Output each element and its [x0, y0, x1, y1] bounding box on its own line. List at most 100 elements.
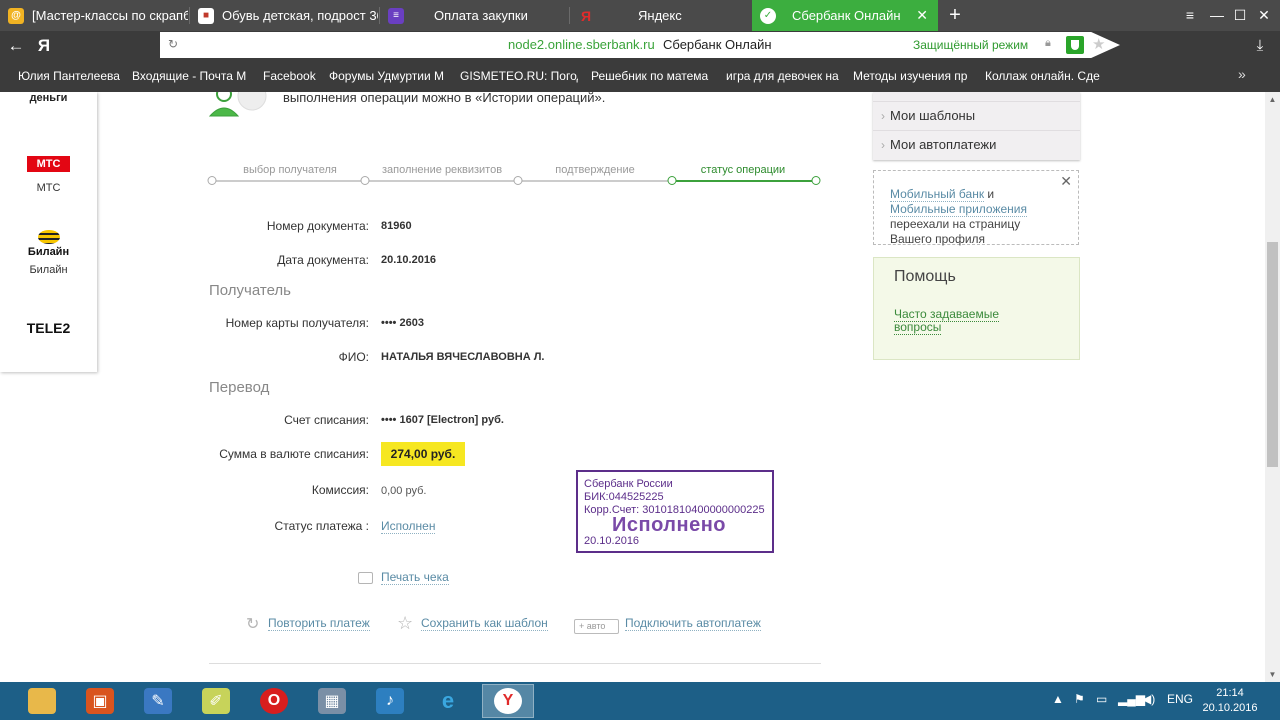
auto-badge-label: авто	[586, 621, 606, 631]
tray-flag-icon[interactable]: ⚑	[1074, 692, 1085, 706]
stamp-bik: БИК:044525225	[584, 491, 664, 503]
doc-date-value: 20.10.2016	[381, 254, 437, 266]
help-box: Помощь Часто задаваемые вопросы	[873, 257, 1080, 360]
bookmark-item[interactable]: Facebook	[263, 69, 319, 83]
menu-icon[interactable]: ≡	[1176, 0, 1204, 31]
stamp-date: 20.10.2016	[584, 535, 640, 547]
fio-value: НАТАЛЬЯ ВЯЧЕСЛАВОВНА Л.	[381, 351, 545, 363]
pencil-icon: ✐	[202, 688, 230, 714]
scroll-up-icon[interactable]: ▲	[1265, 92, 1280, 107]
new-tab-button[interactable]: +	[945, 3, 965, 27]
fio-label: ФИО:	[338, 350, 369, 364]
tab-yandex[interactable]: Я Яндекс	[570, 0, 750, 31]
taskbar-opera[interactable]: O	[248, 684, 300, 718]
bookmark-item[interactable]: Юлия Пантелеева	[18, 69, 123, 83]
url-page-title: Сбербанк Онлайн	[663, 37, 772, 52]
taskbar-app4[interactable]: ✐	[190, 684, 242, 718]
url-bar[interactable]: ↻ node2.online.sberbank.ru Сбербанк Онла…	[160, 32, 1120, 58]
close-icon[interactable]: ✕	[1060, 174, 1072, 189]
provider-beeline[interactable]: Билайн Билайн	[0, 230, 97, 276]
taskbar-ie[interactable]: e	[422, 684, 474, 718]
tab-label: Сбербанк Онлайн	[792, 8, 901, 23]
bookmark-item[interactable]: Коллаж онлайн. Сде	[985, 69, 1103, 83]
yandex-logo[interactable]: Я	[30, 31, 58, 60]
repeat-icon[interactable]: ↻	[246, 614, 259, 634]
step-dot	[811, 176, 821, 185]
step-dot	[207, 176, 217, 185]
site-icon: @	[8, 7, 24, 24]
star-icon[interactable]: ☆	[397, 613, 413, 634]
profile-notice: ✕ Мобильный банк и Мобильные приложения …	[873, 170, 1079, 246]
tray-arrow-icon[interactable]: ▲	[1052, 692, 1064, 706]
bookmark-item[interactable]: Входящие - Почта М	[132, 69, 250, 83]
clock-time: 21:14	[1216, 687, 1244, 699]
bookmark-item[interactable]: Форумы Удмуртии М	[329, 69, 448, 83]
notice-text: и	[984, 187, 995, 201]
fee-value: 0,00 руб.	[381, 485, 427, 497]
repeat-payment-link[interactable]: Повторить платеж	[268, 617, 370, 631]
bookmark-item[interactable]: Методы изучения пр	[853, 69, 971, 83]
scroll-thumb[interactable]	[1267, 242, 1278, 467]
provider-tele2[interactable]: TELE2	[0, 320, 97, 336]
site-icon: ■	[198, 7, 214, 24]
clock-date: 20.10.2016	[1202, 702, 1258, 714]
ie-icon: e	[441, 688, 455, 713]
tray-monitor-icon[interactable]: ▭	[1096, 692, 1107, 706]
print-receipt-link[interactable]: Печать чека	[381, 571, 449, 585]
bookmark-item[interactable]: Решебник по матема	[591, 69, 709, 83]
faq-link-label: Часто задаваемые вопросы	[894, 307, 1000, 335]
stamp-bank: Сбербанк России	[584, 478, 673, 490]
reload-icon[interactable]: ↻	[168, 37, 182, 51]
close-tab-icon[interactable]: ✕	[916, 7, 928, 24]
tab-shoes[interactable]: ■ Обувь детская, подрост 36	[190, 0, 378, 31]
taskbar-app2[interactable]: ▣	[74, 684, 126, 718]
bookmark-item[interactable]: GISMETEO.RU: Погод	[460, 69, 578, 83]
recipient-section-title: Получатель	[209, 282, 291, 299]
url-host: node2.online.sberbank.ru	[508, 37, 655, 52]
taskbar-yandex[interactable]: Y	[482, 684, 534, 718]
taskbar-audio[interactable]: ♪	[364, 684, 416, 718]
taskbar-calculator[interactable]: ▦	[306, 684, 358, 718]
close-window-icon[interactable]: ✕	[1250, 0, 1278, 31]
fee-label: Комиссия:	[311, 483, 369, 497]
payment-status-link[interactable]: Исполнен	[381, 520, 436, 534]
auto-badge-icon[interactable]: + авто	[574, 619, 619, 634]
page-scrollbar[interactable]: ▲ ▼	[1265, 92, 1280, 682]
back-arrow-icon[interactable]: ←	[2, 31, 30, 60]
provider-label: МТС	[36, 182, 61, 194]
mobile-bank-link[interactable]: Мобильный банк	[890, 187, 985, 202]
amount-value: 274,00 руб.	[381, 442, 465, 466]
download-icon[interactable]: ⤓	[1248, 31, 1272, 60]
faq-link[interactable]: Часто задаваемые вопросы	[894, 307, 1004, 335]
network-icon[interactable]: ▂▄▆	[1118, 692, 1145, 706]
tab-scrapbooking[interactable]: @ [Мастер-классы по скрапбу	[0, 0, 188, 31]
scroll-down-icon[interactable]: ▼	[1265, 667, 1280, 682]
protect-shield-icon[interactable]	[1066, 36, 1084, 54]
provider-dengi[interactable]: деньги	[0, 92, 97, 104]
provider-mts[interactable]: МТС МТС	[0, 156, 97, 194]
mobile-apps-link[interactable]: Мобильные приложения	[890, 202, 1027, 217]
yandex-browser-icon: Y	[494, 688, 522, 714]
printer-icon[interactable]	[358, 572, 373, 584]
save-template-link[interactable]: Сохранить как шаблон	[421, 617, 548, 631]
notice-text: переехали на страницу Вашего профиля	[890, 217, 1021, 246]
folder-icon	[28, 688, 56, 714]
secure-mode-label[interactable]: Защищённый режим	[913, 38, 1028, 52]
menu-my-templates[interactable]: Мои шаблоны	[873, 101, 1080, 130]
clock[interactable]: 21:14 20.10.2016	[1200, 686, 1260, 716]
bookmarks-more-icon[interactable]: »	[1238, 66, 1246, 82]
bookmark-item[interactable]: игра для девочек на	[726, 69, 839, 83]
speaker-icon: ♪	[376, 688, 404, 714]
taskbar-explorer[interactable]	[16, 684, 68, 718]
step-dot	[360, 176, 370, 185]
menu-my-autopayments[interactable]: Мои автоплатежи	[873, 130, 1080, 159]
autopay-link[interactable]: Подключить автоплатеж	[625, 617, 761, 631]
language-indicator[interactable]: ENG	[1167, 692, 1193, 706]
payment-status-label: Статус платежа :	[274, 519, 369, 533]
bookmark-star-icon[interactable]: ★	[1092, 35, 1105, 53]
taskbar-app3[interactable]: ✎	[132, 684, 184, 718]
transfer-section-title: Перевод	[209, 379, 270, 396]
tab-sberbank[interactable]: ✓ Сбербанк Онлайн ✕	[752, 0, 938, 31]
volume-icon[interactable]: ◀)	[1142, 692, 1155, 706]
tab-payment[interactable]: ≡ Оплата закупки	[380, 0, 568, 31]
